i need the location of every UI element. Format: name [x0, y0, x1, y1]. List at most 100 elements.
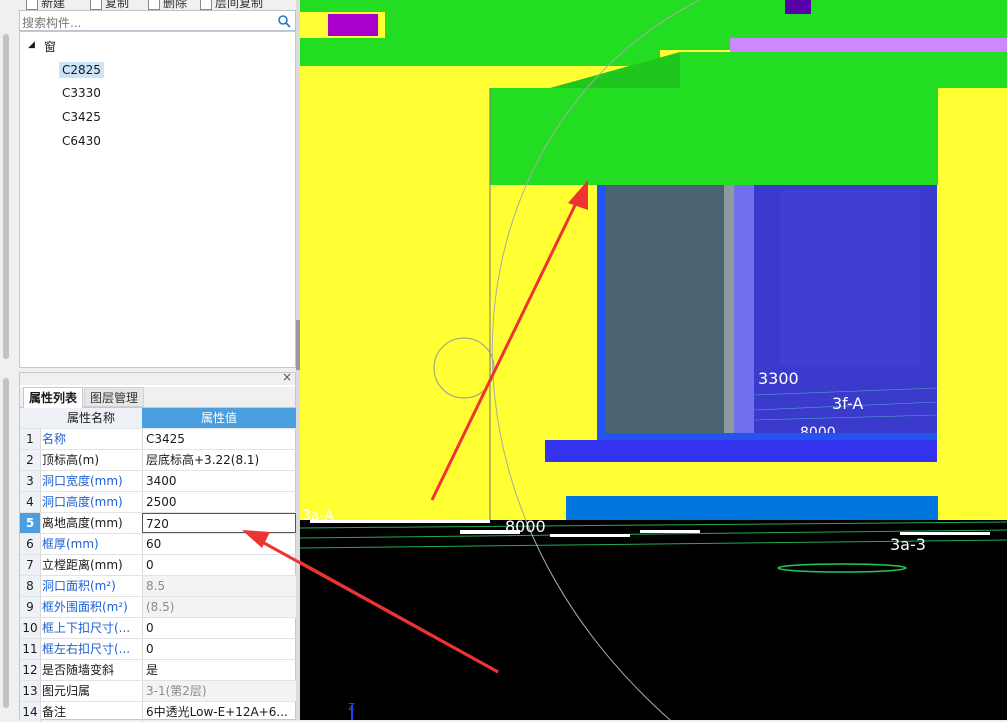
property-name: 框外围面积(m²) [42, 600, 128, 614]
window-sash [734, 185, 754, 433]
property-value[interactable]: 3400 [142, 471, 296, 491]
delete-button[interactable]: 删除 [148, 0, 188, 10]
collapse-icon[interactable]: ◢ [28, 40, 35, 50]
floor-copy-icon [200, 0, 212, 10]
property-value[interactable]: 3-1(第2层) [142, 681, 296, 701]
property-value[interactable]: (8.5) [142, 597, 296, 617]
tree-item-c6430[interactable]: C6430 [62, 134, 101, 148]
property-row[interactable]: 3 洞口宽度(mm) 3400 [20, 470, 296, 491]
copy-button[interactable]: 复制 [90, 0, 130, 10]
header-property-name: 属性名称 [40, 408, 143, 428]
3d-viewport[interactable]: Z 3300 3f-A 8000 8000 3a-3 3a-A [300, 0, 1007, 720]
top-beam [300, 0, 1007, 12]
property-row[interactable]: 8 洞口面积(m²) 8.5 [20, 575, 296, 596]
property-row[interactable]: 9 框外围面积(m²) (8.5) [20, 596, 296, 617]
property-scrollbar[interactable] [2, 374, 10, 720]
property-value[interactable]: 2500 [142, 492, 296, 512]
property-scrollbar-thumb[interactable] [3, 378, 9, 708]
property-name: 框上下扣尺寸(... [42, 621, 131, 635]
property-name: 框左右扣尺寸(... [42, 642, 131, 656]
z-axis-label: Z [348, 702, 355, 713]
property-row[interactable]: 11 框左右扣尺寸(... 0 [20, 638, 296, 659]
property-name: 离地高度(mm) [42, 516, 123, 530]
new-button[interactable]: 新建 [26, 0, 66, 10]
tree-item-c2825[interactable]: C2825 [59, 62, 104, 78]
property-row[interactable]: 13 图元归属 3-1(第2层) [20, 680, 296, 701]
property-name: 框厚(mm) [42, 537, 99, 551]
property-value[interactable]: 0 [142, 555, 296, 575]
property-value[interactable]: 60 [142, 534, 296, 554]
search-input[interactable]: 搜索构件... [19, 10, 296, 31]
property-row[interactable]: 12 是否随墙变斜 是 [20, 659, 296, 680]
delete-label: 删除 [163, 0, 188, 10]
purple-block [328, 14, 378, 36]
tree-root-window[interactable]: 窗 [44, 38, 56, 55]
row-number: 3 [20, 471, 41, 491]
dark-purple-block [785, 0, 811, 14]
window-sill [545, 440, 937, 462]
tab-property-list[interactable]: 属性列表 [23, 387, 84, 408]
property-name: 立樘距离(mm) [42, 558, 123, 572]
floor-copy-button[interactable]: 层间复制 [200, 0, 264, 10]
new-icon [26, 0, 38, 10]
property-name: 是否随墙变斜 [42, 663, 115, 677]
property-value[interactable]: 6中透光Low-E+12A+6... [142, 702, 296, 722]
row-number: 2 [20, 450, 41, 470]
property-value[interactable]: 8.5 [142, 576, 296, 596]
delete-icon [148, 0, 160, 10]
tree-item-c3330[interactable]: C3330 [62, 86, 101, 100]
row-number: 13 [20, 681, 41, 701]
lintel-beam [490, 88, 938, 185]
property-name: 洞口高度(mm) [42, 495, 123, 509]
row-number: 7 [20, 555, 41, 575]
row-number: 4 [20, 492, 41, 512]
property-name: 顶标高(m) [42, 453, 100, 467]
beam-1 [385, 12, 1007, 38]
property-value[interactable]: C3425 [142, 429, 296, 449]
property-row[interactable]: 10 框上下扣尺寸(... 0 [20, 617, 296, 638]
row-number: 6 [20, 534, 41, 554]
row-number: 11 [20, 639, 41, 659]
tree-scrollbar-thumb[interactable] [3, 34, 9, 359]
dim-label-3f-a: 3f-A [832, 394, 864, 413]
property-value[interactable]: 0 [142, 618, 296, 638]
property-row[interactable]: 5 离地高度(mm) 720 [20, 512, 296, 533]
dim-label-3a-3: 3a-3 [890, 535, 926, 554]
property-row[interactable]: 1 名称 C3425 [20, 428, 296, 449]
window-mullion [724, 185, 734, 433]
header-property-value: 属性值 [142, 408, 296, 428]
grid-corner [20, 408, 41, 428]
property-row[interactable]: 14 备注 6中透光Low-E+12A+6... [20, 701, 296, 722]
new-label: 新建 [41, 0, 66, 10]
model-canvas[interactable]: Z [300, 0, 1007, 720]
tree-scrollbar[interactable] [2, 30, 10, 365]
property-row[interactable]: 4 洞口高度(mm) 2500 [20, 491, 296, 512]
row-number: 9 [20, 597, 41, 617]
property-name: 备注 [42, 705, 67, 719]
tab-layer-manager[interactable]: 图层管理 [84, 387, 145, 407]
beam-2 [300, 38, 730, 50]
property-value[interactable]: 是 [142, 660, 296, 680]
lower-sill [566, 496, 938, 520]
light-purple-block [730, 38, 1007, 52]
property-tabs: 属性列表 图层管理 [20, 387, 295, 408]
copy-label: 复制 [105, 0, 130, 10]
property-value[interactable]: 0 [142, 639, 296, 659]
property-row[interactable]: 2 顶标高(m) 层底标高+3.22(8.1) [20, 449, 296, 470]
row-number: 1 [20, 429, 41, 449]
panel-title-bar: × [20, 370, 295, 385]
component-tree: ◢ 窗 C2825 C3330 C3425 C6430 [19, 31, 296, 368]
dim-label-8000: 8000 [505, 517, 546, 536]
search-placeholder: 搜索构件... [22, 16, 82, 30]
tree-item-c3425[interactable]: C3425 [62, 110, 101, 124]
property-value[interactable]: 720 [142, 513, 296, 533]
row-number: 5 [20, 513, 41, 533]
floor-copy-label: 层间复制 [215, 0, 264, 10]
search-icon[interactable] [277, 14, 291, 28]
property-row[interactable]: 6 框厚(mm) 60 [20, 533, 296, 554]
property-name: 名称 [42, 432, 67, 446]
close-icon[interactable]: × [282, 370, 292, 384]
property-row[interactable]: 7 立樘距离(mm) 0 [20, 554, 296, 575]
property-value[interactable]: 层底标高+3.22(8.1) [142, 450, 296, 470]
copy-icon [90, 0, 102, 10]
